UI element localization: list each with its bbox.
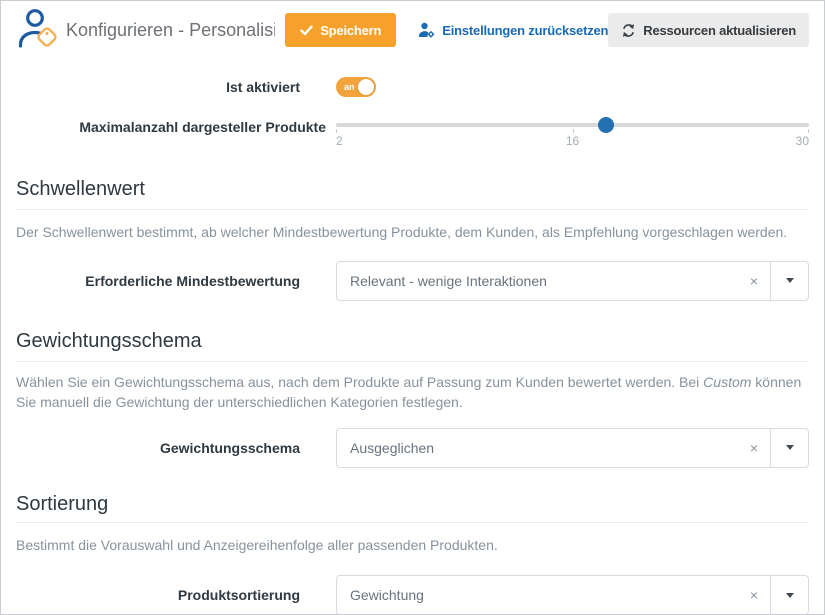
refresh-icon bbox=[621, 23, 636, 38]
header-toolbar: Konfigurieren - Personalisierte... Speic… bbox=[16, 1, 809, 57]
section-weighting: Gewichtungsschema Wählen Sie ein Gewicht… bbox=[16, 329, 809, 468]
toggle-knob bbox=[358, 79, 374, 95]
section-threshold-description: Der Schwellenwert bestimmt, ab welcher M… bbox=[16, 222, 809, 243]
refresh-resources-label: Ressourcen aktualisieren bbox=[643, 23, 796, 38]
slider-max-label: 30 bbox=[796, 134, 809, 148]
page-title: Konfigurieren - Personalisierte... bbox=[66, 20, 275, 41]
slider-tick-min bbox=[336, 129, 337, 133]
user-gear-icon bbox=[418, 22, 435, 38]
section-divider bbox=[16, 209, 809, 210]
caret-down-icon[interactable] bbox=[771, 445, 808, 450]
max-products-label: Maximalanzahl dargesteller Produkte bbox=[16, 115, 336, 159]
product-sorting-select[interactable]: Gewichtung × bbox=[336, 575, 809, 615]
slider-tick-mid bbox=[573, 129, 574, 133]
section-weighting-description: Wählen Sie ein Gewichtungsschema aus, na… bbox=[16, 372, 809, 413]
product-sorting-label: Produktsortierung bbox=[16, 575, 336, 615]
clear-icon[interactable]: × bbox=[738, 273, 770, 289]
reset-settings-button[interactable]: Einstellungen zurücksetzen bbox=[418, 22, 608, 38]
section-weighting-title: Gewichtungsschema bbox=[16, 329, 809, 353]
min-rating-label: Erforderliche Mindestbewertung bbox=[16, 261, 336, 301]
section-divider bbox=[16, 522, 809, 523]
slider-handle[interactable] bbox=[598, 117, 614, 133]
reset-settings-label: Einstellungen zurücksetzen bbox=[442, 23, 608, 38]
section-sorting: Sortierung Bestimmt die Vorauswahl und A… bbox=[16, 492, 809, 615]
slider-min-label: 2 bbox=[336, 134, 343, 148]
user-tag-icon bbox=[15, 7, 59, 54]
weighting-scheme-value: Ausgeglichen bbox=[337, 440, 738, 456]
weighting-scheme-select[interactable]: Ausgeglichen × bbox=[336, 428, 809, 468]
slider-mid-label: 16 bbox=[566, 134, 579, 148]
slider-tick-max bbox=[808, 129, 809, 133]
section-threshold-title: Schwellenwert bbox=[16, 177, 809, 201]
section-sorting-description: Bestimmt die Vorauswahl und Anzeigereihe… bbox=[16, 535, 809, 556]
check-icon bbox=[300, 25, 313, 36]
min-rating-select[interactable]: Relevant - wenige Interaktionen × bbox=[336, 261, 809, 301]
caret-down-icon[interactable] bbox=[771, 278, 808, 283]
weighting-scheme-label: Gewichtungsschema bbox=[16, 428, 336, 468]
section-divider bbox=[16, 361, 809, 362]
toggle-state-label: an bbox=[344, 82, 355, 92]
max-products-row: Maximalanzahl dargesteller Produkte 2 16… bbox=[16, 115, 809, 159]
config-page: Konfigurieren - Personalisierte... Speic… bbox=[0, 0, 825, 615]
clear-icon[interactable]: × bbox=[738, 440, 770, 456]
clear-icon[interactable]: × bbox=[738, 587, 770, 603]
slider-track[interactable] bbox=[336, 123, 809, 127]
is-enabled-toggle[interactable]: an bbox=[336, 77, 376, 97]
is-enabled-label: Ist aktiviert bbox=[16, 77, 336, 97]
is-enabled-row: Ist aktiviert an bbox=[16, 77, 809, 97]
max-products-slider[interactable]: 2 16 30 bbox=[336, 115, 809, 159]
min-rating-value: Relevant - wenige Interaktionen bbox=[337, 273, 738, 289]
save-button[interactable]: Speichern bbox=[285, 13, 396, 47]
product-sorting-value: Gewichtung bbox=[337, 587, 738, 603]
save-button-label: Speichern bbox=[320, 23, 381, 38]
section-sorting-title: Sortierung bbox=[16, 492, 809, 516]
caret-down-icon[interactable] bbox=[771, 593, 808, 598]
section-threshold: Schwellenwert Der Schwellenwert bestimmt… bbox=[16, 177, 809, 301]
refresh-resources-button[interactable]: Ressourcen aktualisieren bbox=[608, 13, 809, 47]
